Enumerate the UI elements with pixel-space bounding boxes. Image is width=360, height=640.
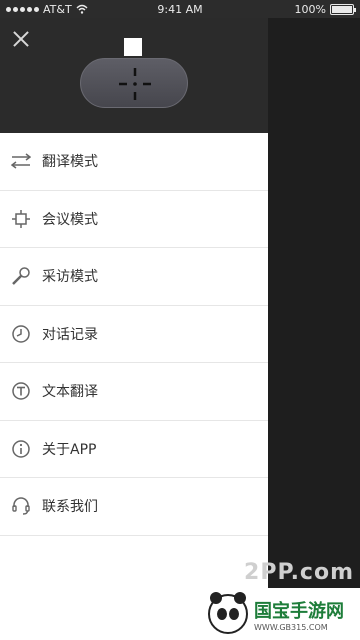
panda-logo-icon	[208, 592, 248, 634]
carrier-label: AT&T	[43, 2, 72, 16]
status-bar: AT&T 9:41 AM 100%	[0, 0, 360, 18]
menu-item-label: 翻译模式	[42, 154, 98, 171]
drawer-menu: 翻译模式 会议模式 采访模式 对话记录 文本翻译 关于APP 联系我们	[0, 133, 268, 536]
watermark-top: 2PP.com	[244, 560, 354, 585]
menu-item-about[interactable]: 关于APP	[0, 421, 268, 478]
signal-icon	[6, 6, 39, 12]
menu-item-meeting-mode[interactable]: 会议模式	[0, 191, 268, 248]
watermark-text: 国宝手游网 WWW.GB315.COM	[254, 597, 344, 632]
menu-item-label: 会议模式	[42, 211, 98, 228]
wifi-icon	[76, 4, 88, 14]
battery-percent: 100%	[294, 2, 326, 16]
clock-icon	[10, 323, 32, 345]
menu-item-label: 对话记录	[42, 326, 98, 343]
device-icon	[80, 38, 188, 110]
menu-item-translate-mode[interactable]: 翻译模式	[0, 133, 268, 191]
menu-item-text-translate[interactable]: 文本翻译	[0, 363, 268, 421]
device-body	[80, 58, 188, 108]
menu-item-label: 关于APP	[42, 441, 97, 458]
close-icon[interactable]	[10, 28, 32, 50]
microphone-icon	[10, 265, 32, 287]
meeting-icon	[10, 208, 32, 230]
battery-icon	[330, 3, 356, 15]
watermark-badge: 国宝手游网 WWW.GB315.COM	[200, 588, 360, 640]
info-icon	[10, 438, 32, 460]
watermark: 2PP.com 国宝手游网 WWW.GB315.COM	[200, 560, 360, 640]
headset-icon	[10, 495, 32, 517]
menu-item-label: 文本翻译	[42, 384, 98, 401]
status-left: AT&T	[6, 3, 88, 16]
navigation-drawer: 翻译模式 会议模式 采访模式 对话记录 文本翻译 关于APP 联系我们	[0, 18, 268, 640]
text-icon	[10, 380, 32, 402]
menu-item-interview-mode[interactable]: 采访模式	[0, 248, 268, 306]
menu-item-contact[interactable]: 联系我们	[0, 478, 268, 536]
watermark-url: WWW.GB315.COM	[254, 622, 328, 632]
status-right: 100%	[294, 2, 356, 16]
crosshair-icon	[119, 68, 151, 100]
menu-item-history[interactable]: 对话记录	[0, 306, 268, 363]
device-plug	[124, 38, 142, 56]
sliders-icon	[10, 150, 32, 172]
watermark-title: 国宝手游网	[254, 600, 344, 622]
menu-item-label: 采访模式	[42, 269, 98, 286]
drawer-header	[0, 18, 268, 133]
content-overlay[interactable]	[268, 18, 360, 640]
menu-item-label: 联系我们	[42, 499, 98, 516]
